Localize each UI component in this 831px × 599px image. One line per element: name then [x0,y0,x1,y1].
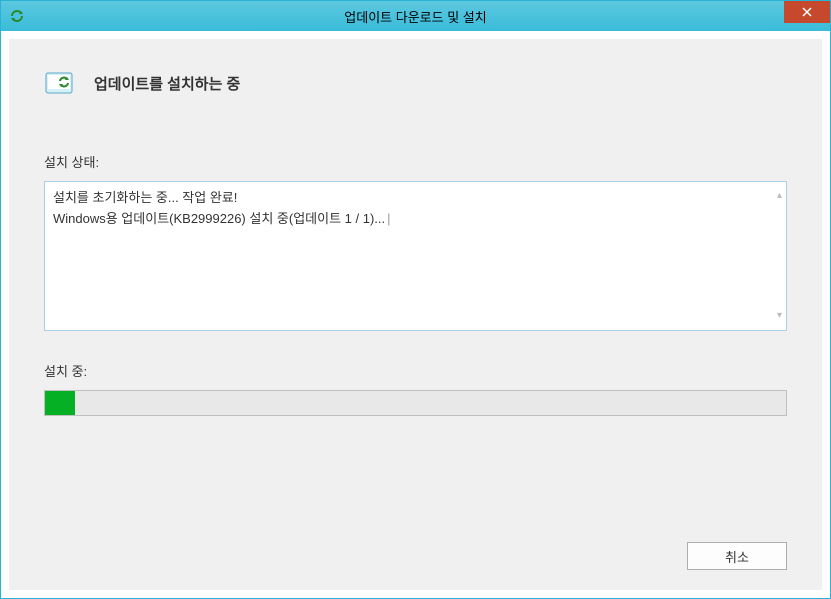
scroll-down-icon[interactable]: ▾ [777,308,782,324]
header-row: 업데이트를 설치하는 중 [44,69,787,97]
update-dialog-window: 업데이트 다운로드 및 설치 업데이트를 설치하는 중 설치 상 [0,0,831,599]
titlebar: 업데이트 다운로드 및 설치 [1,1,830,31]
status-label: 설치 상태: [44,152,787,171]
button-row: 취소 [44,522,787,570]
scroll-up-icon[interactable]: ▴ [777,188,782,204]
dialog-content: 업데이트를 설치하는 중 설치 상태: 설치를 초기화하는 중... 작업 완료… [9,39,822,590]
progress-bar [44,390,787,416]
status-textbox: 설치를 초기화하는 중... 작업 완료! Windows용 업데이트(KB29… [44,181,787,331]
progress-fill [45,391,75,415]
status-line-2: Windows용 업데이트(KB2999226) 설치 중(업데이트 1 / 1… [53,209,778,230]
titlebar-update-icon [9,8,25,24]
cancel-button[interactable]: 취소 [687,542,787,570]
close-button[interactable] [784,1,830,23]
close-icon [802,7,812,17]
progress-label: 설치 중: [44,361,787,380]
header-text: 업데이트를 설치하는 중 [94,73,240,94]
window-title: 업데이트 다운로드 및 설치 [344,7,486,26]
status-line-1: 설치를 초기화하는 중... 작업 완료! [53,188,778,209]
update-installing-icon [44,69,80,97]
